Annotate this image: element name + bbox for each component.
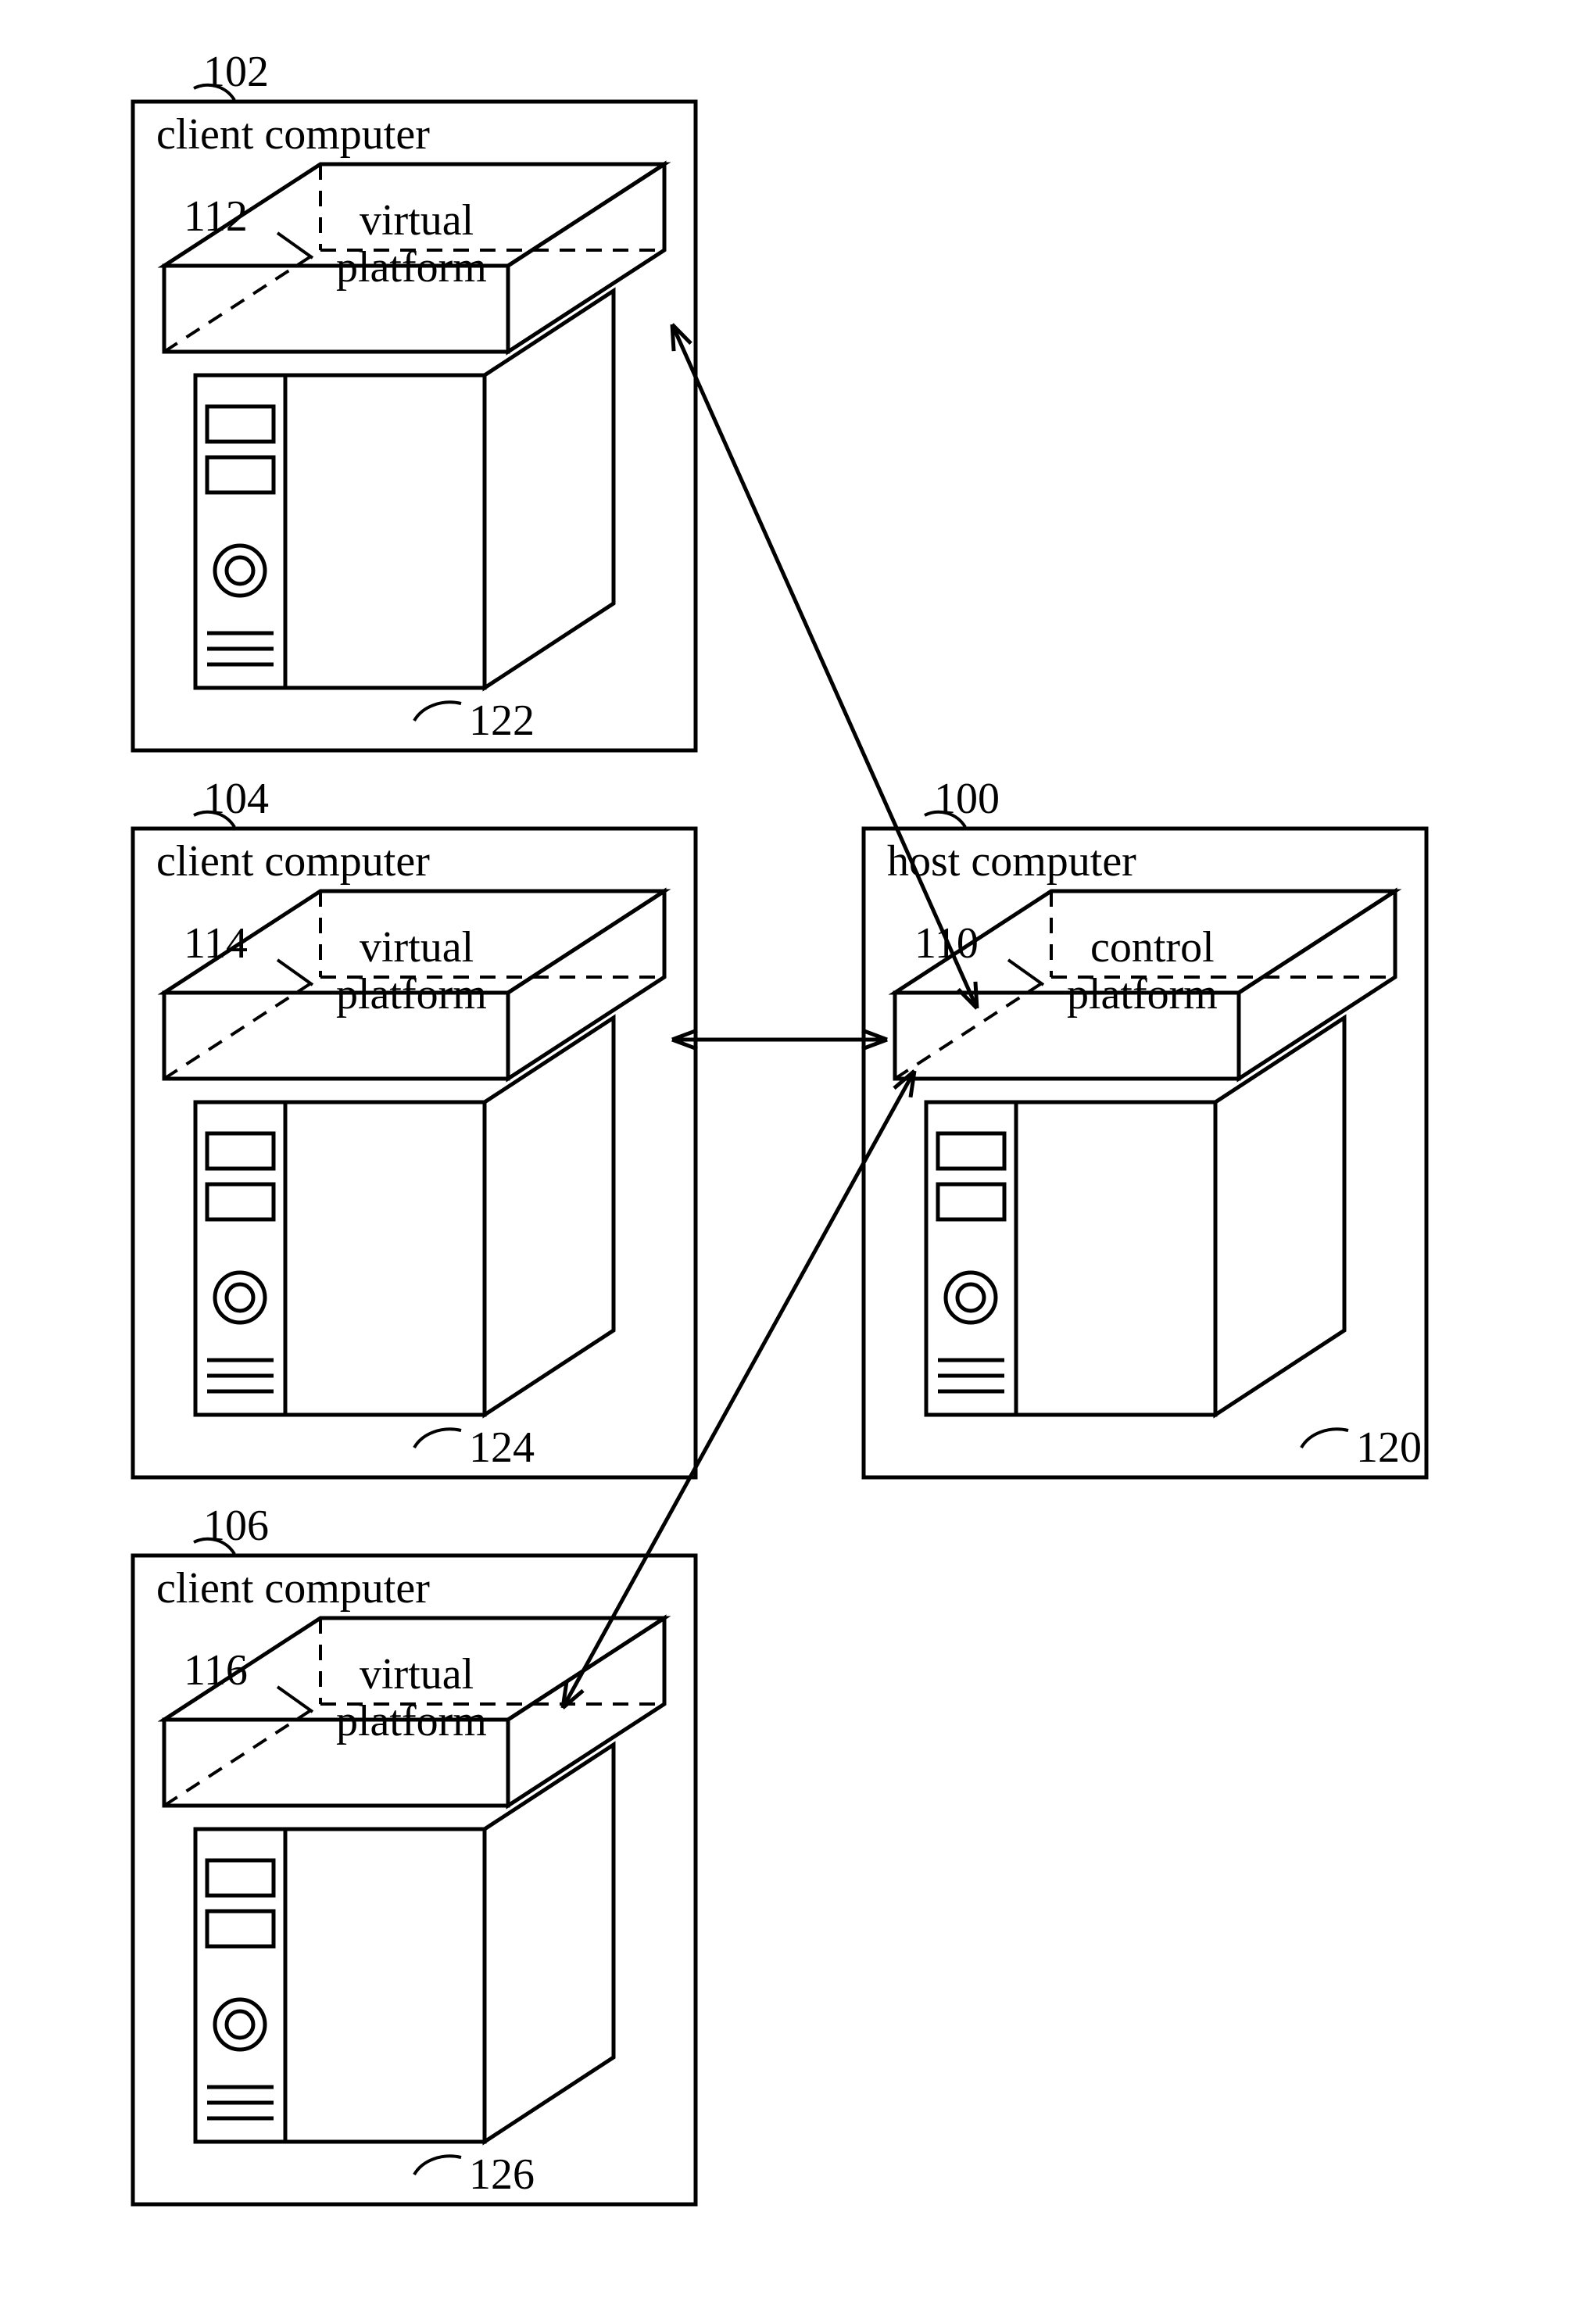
ref-114: 114 <box>184 918 248 968</box>
diagram-svg <box>0 0 1596 2302</box>
title-client-c: client computer <box>156 1563 430 1613</box>
arrow-a-host <box>664 320 986 1012</box>
ref-106: 106 <box>203 1501 269 1551</box>
ref-104: 104 <box>203 774 269 824</box>
diagram-canvas: 102 client computer 112 virtual platform… <box>0 0 1596 2302</box>
platform-host-l1: control <box>1090 922 1215 972</box>
platform-b-l1: virtual <box>360 922 474 972</box>
ref-100: 100 <box>934 774 1000 824</box>
platform-a-l1: virtual <box>360 195 474 245</box>
title-client-b: client computer <box>156 836 430 886</box>
arrow-b-host <box>672 1030 887 1049</box>
platform-a-l2: platform <box>336 242 487 292</box>
ref-126: 126 <box>469 2150 535 2200</box>
ref-112: 112 <box>184 192 248 242</box>
node-client-c <box>133 1539 696 2204</box>
ref-124: 124 <box>469 1423 535 1473</box>
platform-c-l2: platform <box>336 1696 487 1746</box>
ref-116: 116 <box>184 1645 248 1695</box>
platform-host-l2: platform <box>1067 969 1218 1019</box>
node-host <box>864 812 1426 1477</box>
title-client-a: client computer <box>156 109 430 159</box>
ref-120: 120 <box>1356 1423 1422 1473</box>
title-host: host computer <box>887 836 1136 886</box>
platform-b-l2: platform <box>336 969 487 1019</box>
ref-102: 102 <box>203 47 269 97</box>
node-client-b <box>133 812 696 1477</box>
node-client-a <box>133 85 696 750</box>
ref-110: 110 <box>914 918 979 968</box>
ref-122: 122 <box>469 696 535 746</box>
platform-c-l1: virtual <box>360 1649 474 1699</box>
